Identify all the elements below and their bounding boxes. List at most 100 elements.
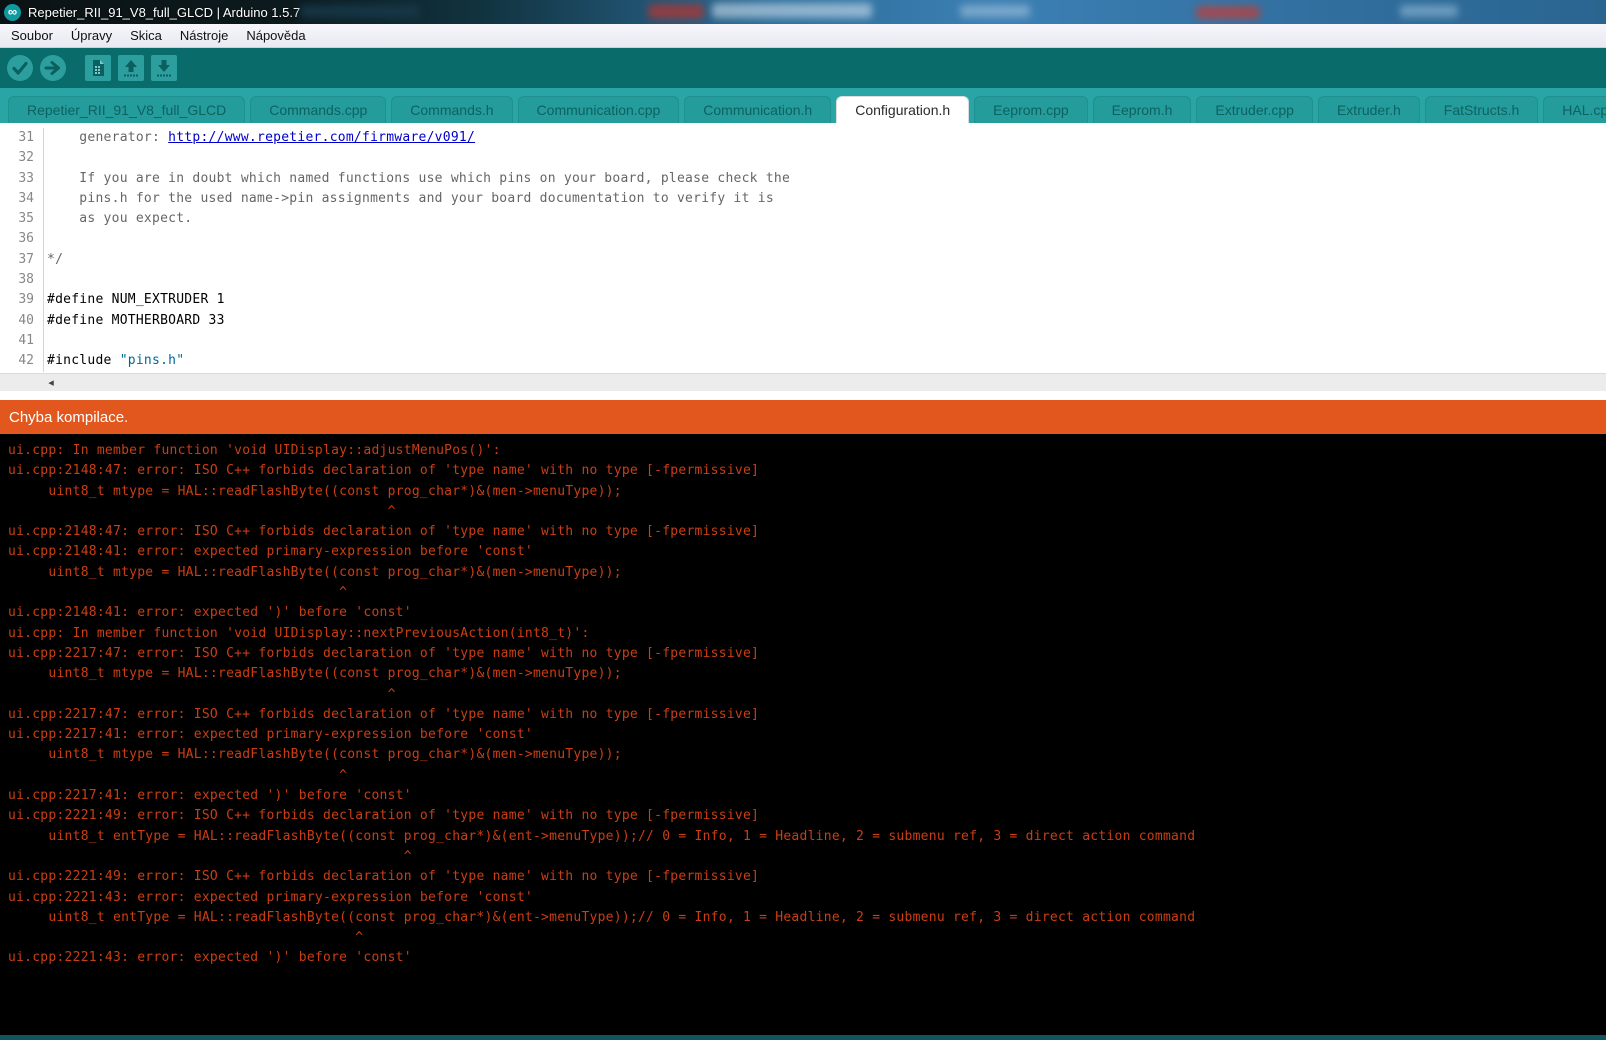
line-number: 35 <box>0 209 44 229</box>
tab-communication-cpp[interactable]: Communication.cpp <box>518 96 680 123</box>
console-line: ui.cpp:2148:41: error: expected ')' befo… <box>8 603 1606 623</box>
code-segment: */ <box>47 252 63 267</box>
menu-item-skica[interactable]: Skica <box>121 25 171 46</box>
console-line: uint8_t entType = HAL::readFlashByte((co… <box>8 908 1606 928</box>
tab-hal-cpp[interactable]: HAL.cpp <box>1543 96 1606 123</box>
line-number: 34 <box>0 189 44 209</box>
tab-extruder-h[interactable]: Extruder.h <box>1318 96 1420 123</box>
scroll-left-arrow-icon[interactable]: ◂ <box>44 376 58 390</box>
line-number: 40 <box>0 311 44 331</box>
save-icon <box>150 54 178 82</box>
console-line: uint8_t mtype = HAL::readFlashByte((cons… <box>8 563 1606 583</box>
code-segment: If you are in doubt which named function… <box>47 171 790 186</box>
code-text <box>44 331 47 351</box>
code-text <box>44 148 47 168</box>
line-number: 39 <box>0 290 44 310</box>
code-segment: #include <box>47 353 120 368</box>
code-text: as you expect. <box>44 209 192 229</box>
code-line: 34 pins.h for the used name->pin assignm… <box>0 189 1606 209</box>
upload-icon <box>39 54 67 82</box>
console-line: ui.cpp:2217:41: error: expected ')' befo… <box>8 786 1606 806</box>
code-line: 31 generator: http://www.repetier.com/fi… <box>0 128 1606 148</box>
menu-bar: SouborÚpravySkicaNástrojeNápověda <box>0 24 1606 48</box>
horizontal-scrollbar[interactable]: ◂ <box>0 373 1606 391</box>
line-number: 33 <box>0 169 44 189</box>
code-text: pins.h for the used name->pin assignment… <box>44 189 774 209</box>
code-text: generator: http://www.repetier.com/firmw… <box>44 128 475 148</box>
code-segment: generator: <box>47 130 168 145</box>
code-text: If you are in doubt which named function… <box>44 169 790 189</box>
tab-fatstructs-h[interactable]: FatStructs.h <box>1425 96 1538 123</box>
new-sketch-icon <box>84 54 112 82</box>
code-line: 35 as you expect. <box>0 209 1606 229</box>
background-window-blur <box>1196 6 1260 19</box>
menu-item-napoveda[interactable]: Nápověda <box>237 25 314 46</box>
open-icon <box>117 54 145 82</box>
open-button[interactable] <box>117 54 145 82</box>
console-line: ui.cpp:2217:41: error: expected primary-… <box>8 725 1606 745</box>
code-segment: pins.h for the used name->pin assignment… <box>47 191 774 206</box>
console-line: ui.cpp:2148:47: error: ISO C++ forbids d… <box>8 461 1606 481</box>
console-output[interactable]: ui.cpp: In member function 'void UIDispl… <box>0 434 1606 1035</box>
window-title: Repetier_RII_91_V8_full_GLCD | Arduino 1… <box>28 5 300 20</box>
status-message: Chyba kompilace. <box>9 409 128 426</box>
code-line: 37*/ <box>0 250 1606 270</box>
console-line: ui.cpp:2148:47: error: ISO C++ forbids d… <box>8 522 1606 542</box>
tab-repetier-rii-91-v8-full-glcd[interactable]: Repetier_RII_91_V8_full_GLCD <box>8 96 245 123</box>
code-editor[interactable]: 31 generator: http://www.repetier.com/fi… <box>0 123 1606 373</box>
title-bar: ∞ Repetier_RII_91_V8_full_GLCD | Arduino… <box>0 0 1606 24</box>
new-sketch-button[interactable] <box>84 54 112 82</box>
background-window-blur <box>1400 5 1458 17</box>
tab-commands-h[interactable]: Commands.h <box>391 96 512 123</box>
tab-communication-h[interactable]: Communication.h <box>684 96 831 123</box>
code-segment: as you expect. <box>47 211 192 226</box>
save-button[interactable] <box>150 54 178 82</box>
console-line: ui.cpp:2221:43: error: expected ')' befo… <box>8 948 1606 968</box>
code-line: 42#include "pins.h" <box>0 351 1606 371</box>
tab-extruder-cpp[interactable]: Extruder.cpp <box>1196 96 1313 123</box>
line-number: 32 <box>0 148 44 168</box>
code-text: #define MOTHERBOARD 33 <box>44 311 225 331</box>
code-text: #define NUM_EXTRUDER 1 <box>44 290 225 310</box>
console-line: ^ <box>8 685 1606 705</box>
console-line: ^ <box>8 766 1606 786</box>
verify-button[interactable] <box>6 54 34 82</box>
line-number: 38 <box>0 270 44 290</box>
console-line: ui.cpp:2221:43: error: expected primary-… <box>8 888 1606 908</box>
console-line: ^ <box>8 502 1606 522</box>
menu-item-nastroje[interactable]: Nástroje <box>171 25 237 46</box>
menu-item-soubor[interactable]: Soubor <box>2 25 62 46</box>
console-line: ui.cpp:2217:47: error: ISO C++ forbids d… <box>8 705 1606 725</box>
console-line: ^ <box>8 928 1606 948</box>
upload-button[interactable] <box>39 54 67 82</box>
code-segment: #define NUM_EXTRUDER 1 <box>47 292 225 307</box>
tab-eeprom-h[interactable]: Eeprom.h <box>1093 96 1192 123</box>
menu-item-upravy[interactable]: Úpravy <box>62 25 121 46</box>
console-line: uint8_t mtype = HAL::readFlashByte((cons… <box>8 482 1606 502</box>
code-line: 41 <box>0 331 1606 351</box>
console-line: uint8_t mtype = HAL::readFlashByte((cons… <box>8 745 1606 765</box>
console-line: ui.cpp: In member function 'void UIDispl… <box>8 624 1606 644</box>
repetier-firmware-link[interactable]: http://www.repetier.com/firmware/v091/ <box>168 130 475 145</box>
tab-eeprom-cpp[interactable]: Eeprom.cpp <box>974 96 1087 123</box>
code-line: 33 If you are in doubt which named funct… <box>0 169 1606 189</box>
tab-commands-cpp[interactable]: Commands.cpp <box>250 96 386 123</box>
line-number: 41 <box>0 331 44 351</box>
background-window-blur <box>300 5 420 18</box>
code-text: */ <box>44 250 63 270</box>
tab-bar: Repetier_RII_91_V8_full_GLCDCommands.cpp… <box>0 88 1606 123</box>
editor-console-divider <box>0 391 1606 400</box>
status-bar: Chyba kompilace. <box>0 400 1606 434</box>
line-number: 31 <box>0 128 44 148</box>
code-text <box>44 270 47 290</box>
code-line: 32 <box>0 148 1606 168</box>
arduino-infinity-icon: ∞ <box>4 4 21 21</box>
tab-configuration-h[interactable]: Configuration.h <box>836 96 969 123</box>
code-text <box>44 229 47 249</box>
console-line: ui.cpp:2148:41: error: expected primary-… <box>8 542 1606 562</box>
bottom-status-strip <box>0 1035 1606 1040</box>
console-line: ui.cpp:2217:47: error: ISO C++ forbids d… <box>8 644 1606 664</box>
verify-icon <box>6 54 34 82</box>
line-number: 36 <box>0 229 44 249</box>
code-text: #include "pins.h" <box>44 351 184 371</box>
